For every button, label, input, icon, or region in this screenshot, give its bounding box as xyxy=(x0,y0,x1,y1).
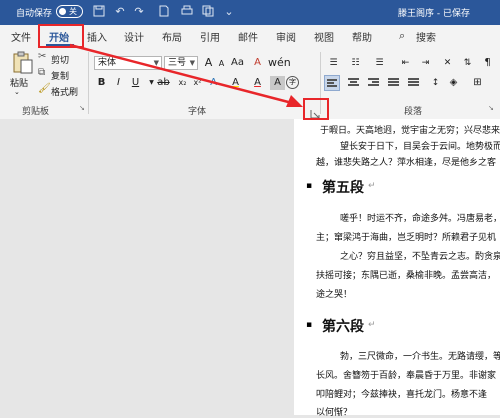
annotation-arrow xyxy=(69,43,303,107)
